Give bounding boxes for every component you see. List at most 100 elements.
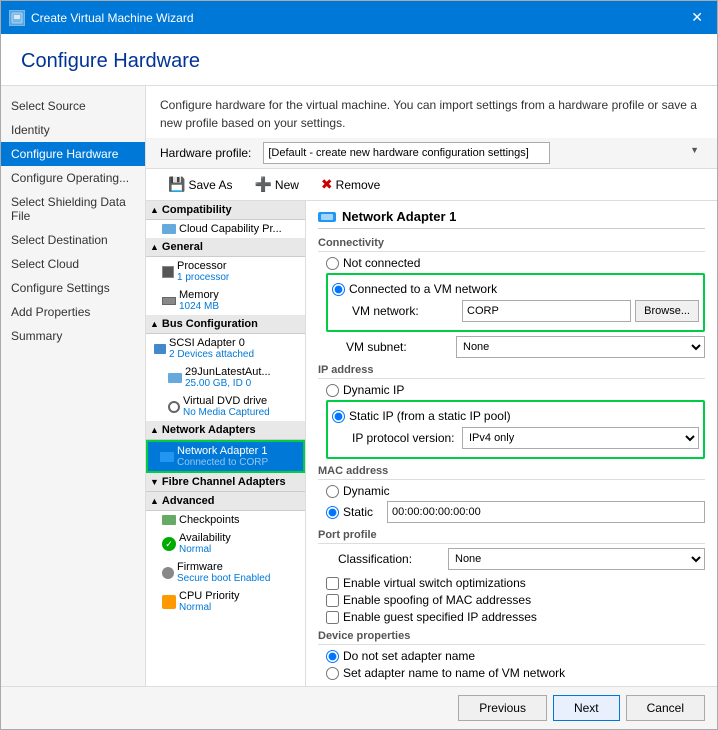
tree-item-cloud-capability[interactable]: Cloud Capability Pr... [146,220,305,238]
network-adapter-label: Network Adapter 1 [177,445,268,457]
title-icon [9,10,25,26]
virtual-switch-checkbox[interactable] [326,577,339,590]
cancel-button[interactable]: Cancel [626,695,705,721]
classification-select[interactable]: None [448,548,705,570]
tree-item-firmware[interactable]: Firmware Secure boot Enabled [146,558,305,587]
memory-icon [162,297,176,305]
save-as-button[interactable]: 💾 Save As [160,174,240,195]
page-title: Configure Hardware [21,50,697,73]
footer: Previous Next Cancel [1,686,717,729]
tree-item-network-adapter-1[interactable]: Network Adapter 1 Connected to CORP [146,440,305,473]
static-mac-label: Static [343,505,373,519]
tree-item-cpu-priority[interactable]: CPU Priority Normal [146,587,305,616]
hardware-profile-dropdown-wrap: [Default - create new hardware configura… [263,142,703,164]
do-not-set-radio[interactable] [326,650,339,663]
static-ip-radio[interactable] [332,410,345,423]
ip-protocol-row: IP protocol version: IPv4 only [352,427,699,449]
virtual-switch-label: Enable virtual switch optimizations [343,576,526,590]
bus-arrow: ▲ [150,319,159,329]
detail-panel: Network Adapter 1 Connectivity Not conne… [306,201,717,686]
network-label: Network Adapters [162,424,256,436]
dvd-sub: No Media Captured [183,407,270,418]
vm-subnet-select[interactable]: None [456,336,705,358]
ip-radio-group: Dynamic IP Static IP (from a static IP p… [326,383,705,459]
title-bar: Create Virtual Machine Wizard ✕ [1,1,717,34]
dynamic-mac-label: Dynamic [343,484,390,498]
close-button[interactable]: ✕ [685,7,709,28]
browse-button[interactable]: Browse... [635,300,699,322]
tree-item-processor[interactable]: Processor 1 processor [146,257,305,286]
dynamic-mac-radio[interactable] [326,485,339,498]
detail-title: Network Adapter 1 [318,209,705,229]
page-header: Configure Hardware [1,34,717,86]
sidebar-item-select-cloud[interactable]: Select Cloud [1,252,145,276]
network-arrow: ▲ [150,425,159,435]
firmware-sub: Secure boot Enabled [177,573,270,584]
previous-button[interactable]: Previous [458,695,547,721]
section-bus-configuration[interactable]: ▲ Bus Configuration [146,315,305,334]
memory-sub: 1024 MB [179,301,219,312]
ip-protocol-select[interactable]: IPv4 only [462,427,699,449]
sidebar-item-configure-settings[interactable]: Configure Settings [1,276,145,300]
dynamic-ip-row: Dynamic IP [326,383,705,397]
virtual-switch-opt-row: Enable virtual switch optimizations [326,576,705,590]
tree-item-availability[interactable]: ✓ Availability Normal [146,529,305,558]
not-connected-row: Not connected [326,256,705,270]
vm-network-input[interactable] [462,300,631,322]
hd-icon [168,373,182,383]
static-ip-label: Static IP (from a static IP pool) [349,409,511,423]
sidebar-item-identity[interactable]: Identity [1,118,145,142]
firmware-icon [162,567,174,579]
checkpoint-icon [162,515,176,525]
scsi-sub: 2 Devices attached [169,349,254,360]
dynamic-ip-radio[interactable] [326,384,339,397]
remove-button[interactable]: ✖ Remove [313,174,388,195]
cloud-capability-label: Cloud Capability Pr... [179,223,282,235]
sidebar-item-configure-hardware[interactable]: Configure Hardware [1,142,145,166]
processor-sub: 1 processor [177,272,229,283]
mac-address-input[interactable] [387,501,705,523]
not-connected-radio[interactable] [326,257,339,270]
remove-label: Remove [336,178,381,192]
hardware-profile-dropdown[interactable]: [Default - create new hardware configura… [263,142,550,164]
dynamic-ip-label: Dynamic IP [343,383,404,397]
compatibility-arrow: ▲ [150,205,159,215]
hardware-profile-bar: Hardware profile: [Default - create new … [146,138,717,169]
sidebar-item-select-destination[interactable]: Select Destination [1,228,145,252]
connectivity-radio-group: Not connected Connected to a VM network … [326,256,705,358]
next-button[interactable]: Next [553,695,620,721]
fibre-arrow: ▼ [150,477,159,487]
firmware-label: Firmware [177,561,223,573]
adapter-title-icon [318,210,336,224]
section-network-adapters[interactable]: ▲ Network Adapters [146,421,305,440]
section-compatibility[interactable]: ▲ Compatibility [146,201,305,220]
sidebar-item-configure-operating[interactable]: Configure Operating... [1,166,145,190]
guest-ip-checkbox[interactable] [326,611,339,624]
set-name-radio[interactable] [326,667,339,680]
tree-item-memory[interactable]: Memory 1024 MB [146,286,305,315]
new-button[interactable]: ➕ New [246,174,306,195]
save-icon: 💾 [168,176,185,193]
tree-item-checkpoints[interactable]: Checkpoints [146,511,305,529]
bus-label: Bus Configuration [162,318,258,330]
mac-address-section-label: MAC address [318,465,705,480]
classification-row: Classification: None [338,548,705,570]
sidebar-item-summary[interactable]: Summary [1,324,145,348]
static-mac-radio[interactable] [326,506,339,519]
port-profile-section-label: Port profile [318,529,705,544]
tree-panel: ▲ Compatibility Cloud Capability Pr... ▲… [146,201,306,686]
sidebar-item-select-source[interactable]: Select Source [1,94,145,118]
section-advanced[interactable]: ▲ Advanced [146,492,305,511]
section-fibre-channel[interactable]: ▼ Fibre Channel Adapters [146,473,305,492]
section-general[interactable]: ▲ General [146,238,305,257]
sidebar: Select Source Identity Configure Hardwar… [1,86,146,686]
sidebar-item-select-shielding[interactable]: Select Shielding Data File [1,190,145,228]
action-bar: 💾 Save As ➕ New ✖ Remove [146,169,717,201]
tree-item-hd[interactable]: 29JunLatestAut... 25.00 GB, ID 0 [146,363,305,392]
spoof-mac-checkbox[interactable] [326,594,339,607]
not-connected-label: Not connected [343,256,420,270]
tree-item-dvd[interactable]: Virtual DVD drive No Media Captured [146,392,305,421]
connected-radio[interactable] [332,283,345,296]
tree-item-scsi[interactable]: SCSI Adapter 0 2 Devices attached [146,334,305,363]
sidebar-item-add-properties[interactable]: Add Properties [1,300,145,324]
